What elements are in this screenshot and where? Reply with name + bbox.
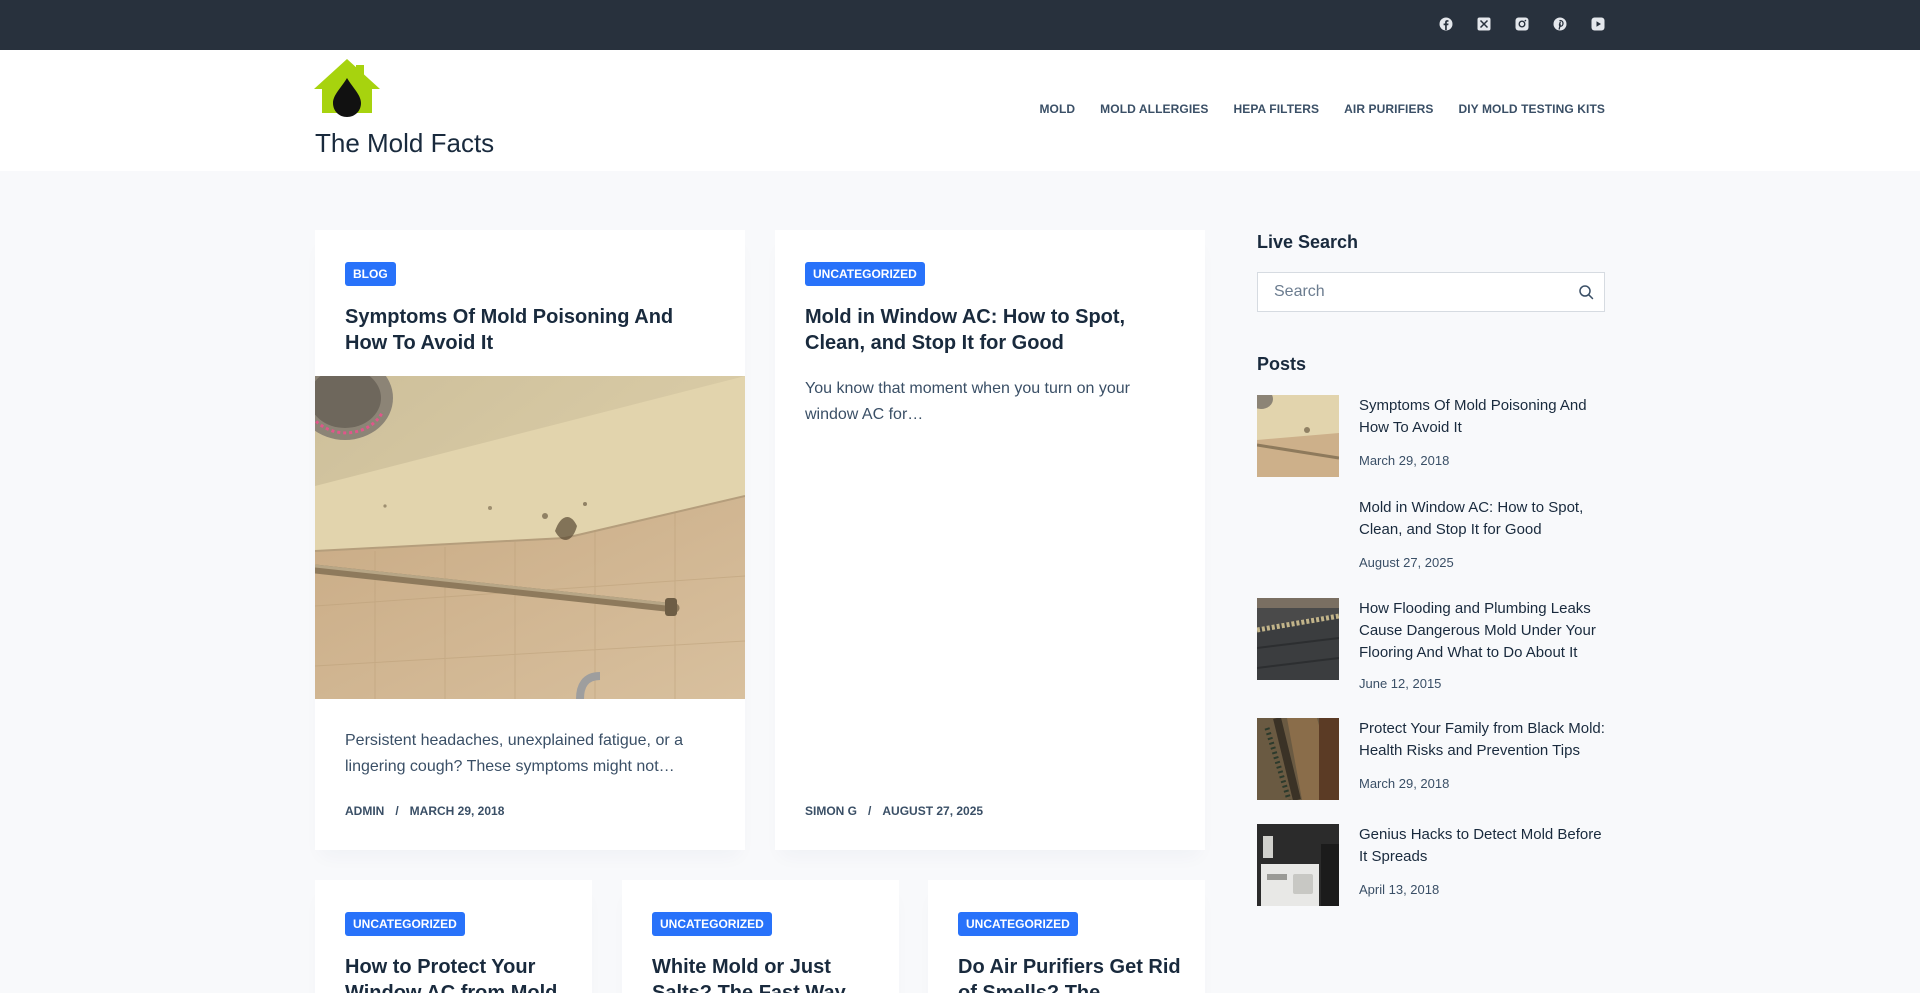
top-bar [0, 0, 1920, 50]
category-badge[interactable]: UNCATEGORIZED [805, 262, 925, 286]
live-search-heading: Live Search [1257, 232, 1359, 252]
post-title[interactable]: How Flooding and Plumbing Leaks Cause Da… [1359, 598, 1605, 664]
posts-heading: Posts [1257, 354, 1307, 374]
facebook-icon[interactable] [1439, 17, 1453, 31]
x-twitter-icon[interactable] [1477, 17, 1491, 31]
article-card: BLOG Symptoms Of Mold Poisoning And How … [315, 230, 745, 850]
sidebar-post[interactable]: Genius Hacks to Detect Mold Before It Sp… [1257, 824, 1605, 906]
meta-separator: / [868, 804, 872, 818]
search-box [1257, 272, 1605, 312]
article-title[interactable]: How to Protect Your Window AC from Mold [345, 954, 575, 993]
search-icon[interactable] [1578, 284, 1594, 300]
nav-item-mold-allergies[interactable]: MOLD ALLERGIES [1100, 102, 1208, 116]
post-date: April 13, 2018 [1359, 882, 1440, 897]
category-badge[interactable]: UNCATEGORIZED [652, 912, 772, 936]
post-title[interactable]: Protect Your Family from Black Mold: Hea… [1359, 718, 1605, 762]
post-title[interactable]: Genius Hacks to Detect Mold Before It Sp… [1359, 824, 1605, 868]
article-card: UNCATEGORIZED Do Air Purifiers Get Rid o… [928, 880, 1205, 993]
nav-item-air-purifiers[interactable]: AIR PURIFIERS [1344, 102, 1433, 116]
bathroom-mold-thumbnail [1257, 395, 1339, 477]
article-title[interactable]: Mold in Window AC: How to Spot, Clean, a… [805, 304, 1175, 356]
article-excerpt: Persistent headaches, unexplained fatigu… [345, 732, 684, 775]
bathroom-mold-photo [315, 376, 745, 699]
black-mold-thumbnail [1257, 718, 1339, 800]
post-date: June 12, 2015 [1359, 676, 1442, 691]
meta-separator: / [395, 804, 399, 818]
site-title[interactable]: The Mold Facts [315, 128, 494, 159]
post-date: March 29, 2018 [1359, 776, 1450, 791]
article-title[interactable]: Symptoms Of Mold Poisoning And How To Av… [345, 304, 715, 356]
sidebar-post[interactable]: How Flooding and Plumbing Leaks Cause Da… [1257, 598, 1605, 691]
sidebar-post[interactable]: Mold in Window AC: How to Spot, Clean, a… [1257, 497, 1605, 579]
article-title[interactable]: White Mold or Just Salts? The Fast Way [652, 954, 882, 993]
article-card: UNCATEGORIZED How to Protect Your Window… [315, 880, 592, 993]
pinterest-icon[interactable] [1553, 17, 1567, 31]
post-thumbnail[interactable] [1257, 718, 1339, 800]
author-link[interactable]: SIMON G [805, 804, 857, 818]
date-link[interactable]: MARCH 29, 2018 [410, 804, 505, 818]
article-title[interactable]: Do Air Purifiers Get Rid of Smells? The [958, 954, 1188, 993]
flooded-floor-thumbnail [1257, 598, 1339, 680]
article-excerpt: You know that moment when you turn on yo… [805, 380, 1130, 423]
article-card: UNCATEGORIZED Mold in Window AC: How to … [775, 230, 1205, 850]
nav-item-mold[interactable]: MOLD [1039, 102, 1075, 116]
post-thumbnail[interactable] [1257, 395, 1339, 477]
article-image[interactable] [315, 376, 745, 699]
main-navigation: MOLD MOLD ALLERGIES HEPA FILTERS AIR PUR… [1039, 102, 1605, 116]
article-meta: SIMON G / AUGUST 27, 2025 [805, 804, 983, 818]
category-badge[interactable]: BLOG [345, 262, 396, 286]
article-card: UNCATEGORIZED White Mold or Just Salts? … [622, 880, 899, 993]
post-date: August 27, 2025 [1359, 555, 1454, 570]
youtube-icon[interactable] [1591, 17, 1605, 31]
instagram-icon[interactable] [1515, 17, 1529, 31]
post-thumbnail[interactable] [1257, 598, 1339, 680]
post-title[interactable]: Mold in Window AC: How to Spot, Clean, a… [1359, 497, 1605, 541]
nav-item-hepa-filters[interactable]: HEPA FILTERS [1233, 102, 1319, 116]
category-badge[interactable]: UNCATEGORIZED [345, 912, 465, 936]
post-title[interactable]: Symptoms Of Mold Poisoning And How To Av… [1359, 395, 1605, 439]
sidebar-post[interactable]: Protect Your Family from Black Mold: Hea… [1257, 718, 1605, 800]
post-date: March 29, 2018 [1359, 453, 1450, 468]
article-meta: ADMIN / MARCH 29, 2018 [345, 804, 504, 818]
category-badge[interactable]: UNCATEGORIZED [958, 912, 1078, 936]
post-thumbnail[interactable] [1257, 824, 1339, 906]
date-link[interactable]: AUGUST 27, 2025 [882, 804, 983, 818]
sidebar-post[interactable]: Symptoms Of Mold Poisoning And How To Av… [1257, 395, 1605, 477]
site-logo[interactable] [314, 59, 380, 117]
author-link[interactable]: ADMIN [345, 804, 384, 818]
mold-detector-thumbnail [1257, 824, 1339, 906]
search-input[interactable] [1258, 273, 1558, 311]
site-header: The Mold Facts MOLD MOLD ALLERGIES HEPA … [0, 50, 1920, 171]
nav-item-diy-mold-testing-kits[interactable]: DIY MOLD TESTING KITS [1458, 102, 1605, 116]
